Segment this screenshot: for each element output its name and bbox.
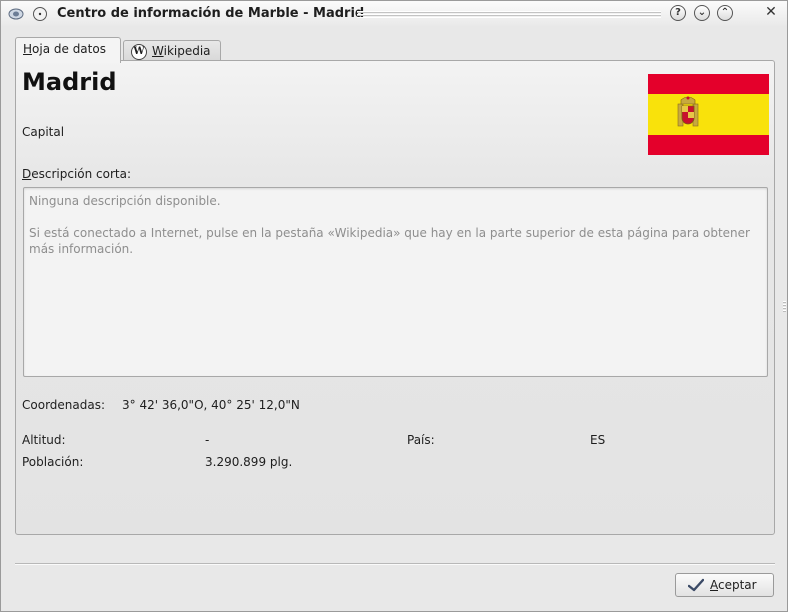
flag-stripe-middle [648, 94, 769, 135]
description-label-mnemonic: D [22, 167, 32, 181]
tab-wikipedia-label: ikipedia [163, 44, 211, 58]
accept-label: ceptar [718, 578, 757, 592]
sticky-pin-icon[interactable] [32, 6, 48, 22]
coat-of-arms-icon [677, 96, 699, 127]
country-label: País: [407, 433, 435, 447]
title-bar[interactable]: Centro de información de Marble - Madrid… [1, 1, 787, 26]
tab-wikipedia[interactable]: W Wikipedia [123, 40, 221, 61]
wikipedia-icon: W [131, 43, 147, 60]
altitude-label: Altitud: [22, 433, 66, 447]
population-value: 3.290.899 plg. [205, 455, 293, 469]
footer-separator [15, 563, 775, 565]
description-no-data: Ninguna descripción disponible. [29, 194, 221, 208]
minimize-button[interactable]: ⌄ [694, 5, 710, 21]
title-bar-grip [357, 11, 661, 18]
tab-wikipedia-mnemonic: W [152, 44, 164, 58]
datasheet-panel: Madrid Capital Descripción corta: Ningun… [15, 60, 775, 535]
place-name: Madrid [22, 68, 117, 96]
marble-globe-icon[interactable] [8, 6, 24, 22]
flag-stripe-top [648, 74, 769, 94]
help-button[interactable]: ? [670, 5, 686, 21]
altitude-value: - [205, 433, 210, 447]
info-window: Centro de información de Marble - Madrid… [0, 0, 788, 612]
tab-datasheet[interactable]: Hoja de datos [15, 37, 121, 63]
maximize-button[interactable]: ⌃ [717, 5, 733, 21]
flag-stripe-bottom [648, 135, 769, 155]
description-label-text: escripción corta: [31, 167, 132, 181]
place-role: Capital [22, 125, 65, 139]
country-value: ES [590, 433, 606, 447]
description-label: Descripción corta: [22, 167, 131, 181]
tab-datasheet-label: oja de datos [32, 42, 106, 56]
checkmark-icon [688, 578, 704, 592]
tab-datasheet-mnemonic: H [23, 42, 33, 56]
description-textarea[interactable]: Ninguna descripción disponible. Si está … [23, 187, 768, 377]
coordinates-value: 3° 42' 36,0"O, 40° 25' 12,0"N [122, 398, 300, 412]
accept-button[interactable]: Aceptar [675, 573, 774, 597]
side-grip[interactable] [783, 301, 786, 313]
coordinates-label: Coordenadas: [22, 398, 106, 412]
spain-flag-image [648, 74, 769, 155]
population-label: Población: [22, 455, 84, 469]
description-hint: Si está conectado a Internet, pulse en l… [29, 226, 750, 256]
window-title: Centro de información de Marble - Madrid [57, 6, 365, 21]
accept-mnemonic: A [710, 578, 718, 592]
close-button[interactable]: ✕ [763, 5, 779, 21]
